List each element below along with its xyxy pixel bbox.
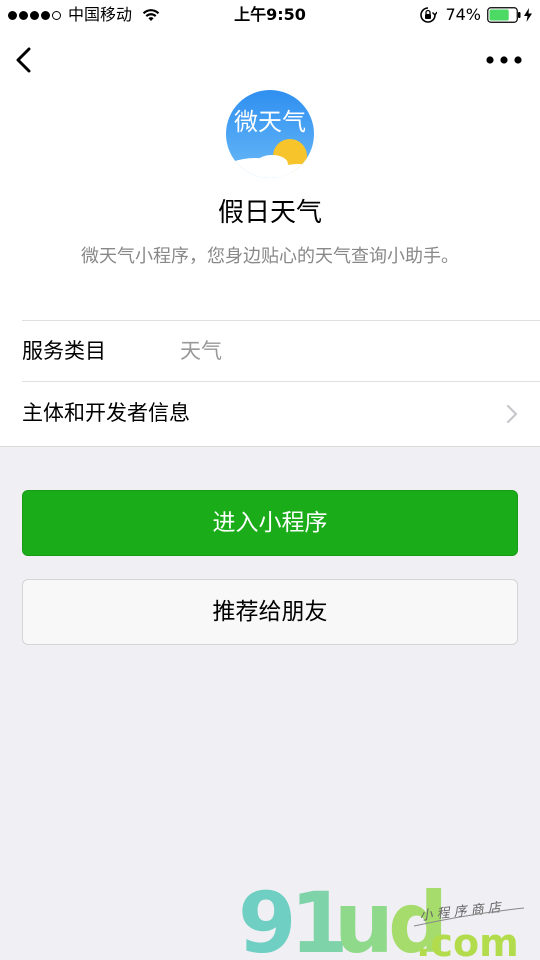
nav-bar bbox=[0, 30, 540, 90]
app-profile-card: 微天气 假日天气 微天气小程序，您身边贴心的天气查询小助手。 bbox=[0, 30, 540, 320]
more-button[interactable] bbox=[484, 48, 524, 72]
service-category-label: 服务类目 bbox=[22, 339, 106, 363]
service-category-row: 服务类目 天气 bbox=[0, 320, 540, 382]
chevron-left-icon bbox=[16, 47, 31, 73]
info-list: 服务类目 天气 主体和开发者信息 bbox=[0, 320, 540, 447]
app-name: 假日天气 bbox=[217, 198, 322, 228]
back-button[interactable] bbox=[10, 42, 40, 78]
screen: 中国移动 上午9:50 74% 微天气 假日天气 微天气小程序，您身边贴心的天气… bbox=[0, 0, 540, 960]
avatar-text: 微天气 bbox=[234, 108, 306, 136]
share-to-friend-button[interactable]: 推荐给朋友 bbox=[22, 579, 518, 645]
enter-mini-program-button[interactable]: 进入小程序 bbox=[22, 490, 518, 556]
battery-icon bbox=[487, 7, 521, 23]
developer-info-row[interactable]: 主体和开发者信息 bbox=[0, 382, 540, 444]
service-category-value: 天气 bbox=[180, 339, 222, 363]
status-right: 74% bbox=[419, 5, 532, 25]
rotation-lock-icon bbox=[419, 6, 438, 24]
battery-percent: 74% bbox=[445, 5, 481, 24]
status-bar: 中国移动 上午9:50 74% bbox=[0, 0, 540, 30]
app-avatar: 微天气 bbox=[226, 90, 314, 178]
svg-text:9: 9 bbox=[238, 880, 296, 960]
svg-text:u: u bbox=[334, 880, 394, 960]
developer-info-label: 主体和开发者信息 bbox=[22, 401, 190, 425]
charging-bolt-icon bbox=[524, 8, 532, 22]
ellipsis-icon bbox=[486, 56, 522, 64]
chevron-right-icon bbox=[506, 404, 518, 424]
watermark-logo: 9 1 u d .com 小 程 序 商 店 bbox=[238, 874, 538, 960]
svg-text:.com: .com bbox=[416, 921, 519, 960]
app-description: 微天气小程序，您身边贴心的天气查询小助手。 bbox=[81, 246, 459, 267]
